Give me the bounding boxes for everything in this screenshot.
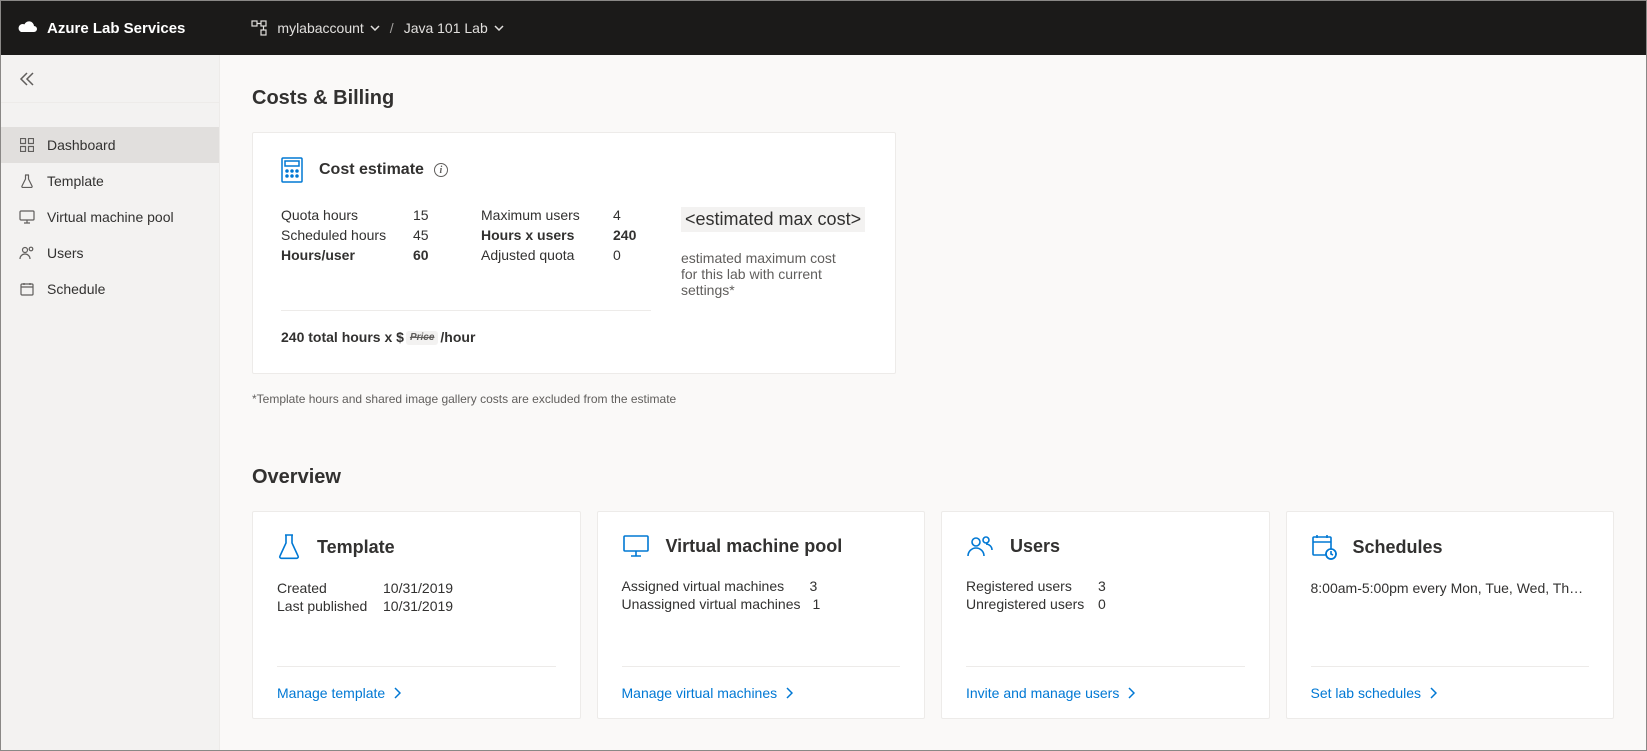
template-published-value: 10/31/2019 — [383, 598, 453, 614]
link-label: Set lab schedules — [1311, 685, 1422, 701]
users-icon — [966, 534, 994, 558]
calendar-clock-icon — [1311, 534, 1337, 560]
app-name: Azure Lab Services — [47, 20, 185, 37]
chevron-right-icon — [785, 687, 793, 699]
hours-x-users-value: 240 — [613, 227, 641, 243]
sidebar: Dashboard Template Virtual machine pool — [1, 55, 220, 750]
total-hours-line: 240 total hours x $Price/hour — [281, 310, 651, 345]
azure-cloud-icon — [17, 20, 39, 36]
hours-per-user-label: Hours/user — [281, 247, 355, 263]
sidebar-item-label: Dashboard — [47, 137, 116, 153]
sidebar-item-dashboard[interactable]: Dashboard — [1, 127, 219, 163]
overview-card-title: Schedules — [1353, 537, 1443, 558]
quota-hours-value: 15 — [413, 207, 441, 223]
sidebar-item-schedule[interactable]: Schedule — [1, 271, 219, 307]
overview-section-title: Overview — [252, 466, 1614, 489]
link-label: Manage virtual machines — [622, 685, 778, 701]
template-created-value: 10/31/2019 — [383, 580, 453, 596]
sidebar-item-template[interactable]: Template — [1, 163, 219, 199]
breadcrumb-separator: / — [390, 20, 394, 36]
price-placeholder-pill: Price — [406, 331, 438, 345]
vm-unassigned-value: 1 — [812, 596, 820, 612]
overview-card-title: Template — [317, 537, 395, 558]
manage-template-link[interactable]: Manage template — [277, 666, 556, 718]
chevron-right-icon — [1429, 687, 1437, 699]
template-published-label: Last published — [277, 598, 371, 614]
scheduled-hours-value: 45 — [413, 227, 441, 243]
sidebar-collapse-button[interactable] — [1, 55, 219, 103]
calendar-icon — [19, 282, 35, 296]
users-registered-value: 3 — [1098, 578, 1106, 594]
link-label: Invite and manage users — [966, 685, 1119, 701]
cost-estimate-card: Cost estimate i Quota hours 15 Scheduled … — [252, 132, 896, 374]
top-bar: Azure Lab Services mylabaccount / Java 1… — [1, 1, 1646, 55]
schedule-summary-text: 8:00am-5:00pm every Mon, Tue, Wed, Thu, … — [1311, 580, 1590, 596]
users-registered-label: Registered users — [966, 578, 1086, 594]
chevron-down-icon — [494, 25, 504, 31]
breadcrumb-lab[interactable]: Java 101 Lab — [404, 20, 504, 36]
double-chevron-left-icon — [19, 72, 35, 86]
quota-hours-label: Quota hours — [281, 207, 358, 223]
hours-per-user-value: 60 — [413, 247, 441, 263]
hierarchy-icon — [251, 20, 267, 36]
overview-card-vm-pool: Virtual machine pool Assigned virtual ma… — [597, 511, 926, 719]
sidebar-nav: Dashboard Template Virtual machine pool — [1, 103, 219, 307]
breadcrumb: mylabaccount / Java 101 Lab — [251, 20, 503, 36]
set-schedules-link[interactable]: Set lab schedules — [1311, 666, 1590, 718]
template-created-label: Created — [277, 580, 371, 596]
users-icon — [19, 246, 35, 260]
overview-card-schedules: Schedules 8:00am-5:00pm every Mon, Tue, … — [1286, 511, 1615, 719]
overview-card-template: Template Created 10/31/2019 Last publishe… — [252, 511, 581, 719]
costs-section-title: Costs & Billing — [252, 87, 1614, 110]
sidebar-item-label: Schedule — [47, 281, 105, 297]
sidebar-item-label: Virtual machine pool — [47, 209, 174, 225]
adjusted-quota-label: Adjusted quota — [481, 247, 574, 263]
users-unregistered-value: 0 — [1098, 596, 1106, 612]
hours-x-users-label: Hours x users — [481, 227, 574, 243]
monitor-icon — [19, 210, 35, 224]
manage-users-link[interactable]: Invite and manage users — [966, 666, 1245, 718]
max-users-label: Maximum users — [481, 207, 580, 223]
cost-card-title: Cost estimate — [319, 161, 424, 179]
cost-footnote: *Template hours and shared image gallery… — [252, 392, 1614, 406]
monitor-icon — [622, 534, 650, 558]
chevron-down-icon — [370, 25, 380, 31]
adjusted-quota-value: 0 — [613, 247, 641, 263]
info-icon[interactable]: i — [434, 163, 448, 177]
main-content: Costs & Billing Cost estimate i Quota ho… — [220, 55, 1646, 750]
calculator-icon — [281, 157, 303, 183]
app-logo: Azure Lab Services — [17, 20, 185, 37]
vm-unassigned-label: Unassigned virtual machines — [622, 596, 801, 612]
sidebar-item-label: Users — [47, 245, 84, 261]
overview-card-title: Virtual machine pool — [666, 536, 843, 557]
total-line-prefix: 240 total hours x $ — [281, 329, 404, 345]
chevron-right-icon — [393, 687, 401, 699]
estimated-max-cost-placeholder: <estimated max cost> — [681, 207, 865, 232]
sidebar-item-vm-pool[interactable]: Virtual machine pool — [1, 199, 219, 235]
manage-vm-link[interactable]: Manage virtual machines — [622, 666, 901, 718]
users-unregistered-label: Unregistered users — [966, 596, 1086, 612]
flask-icon — [19, 174, 35, 188]
vm-assigned-value: 3 — [810, 578, 818, 594]
link-label: Manage template — [277, 685, 385, 701]
breadcrumb-account[interactable]: mylabaccount — [277, 20, 379, 36]
overview-card-users: Users Registered users 3 Unregistered use… — [941, 511, 1270, 719]
estimated-max-cost-caption: estimated maximum cost for this lab with… — [681, 250, 841, 298]
overview-card-title: Users — [1010, 536, 1060, 557]
breadcrumb-lab-label: Java 101 Lab — [404, 20, 488, 36]
dashboard-icon — [19, 138, 35, 152]
sidebar-item-label: Template — [47, 173, 104, 189]
sidebar-item-users[interactable]: Users — [1, 235, 219, 271]
vm-assigned-label: Assigned virtual machines — [622, 578, 798, 594]
max-users-value: 4 — [613, 207, 641, 223]
total-line-suffix: /hour — [440, 329, 475, 345]
chevron-right-icon — [1127, 687, 1135, 699]
breadcrumb-account-label: mylabaccount — [277, 20, 363, 36]
flask-icon — [277, 534, 301, 560]
scheduled-hours-label: Scheduled hours — [281, 227, 386, 243]
